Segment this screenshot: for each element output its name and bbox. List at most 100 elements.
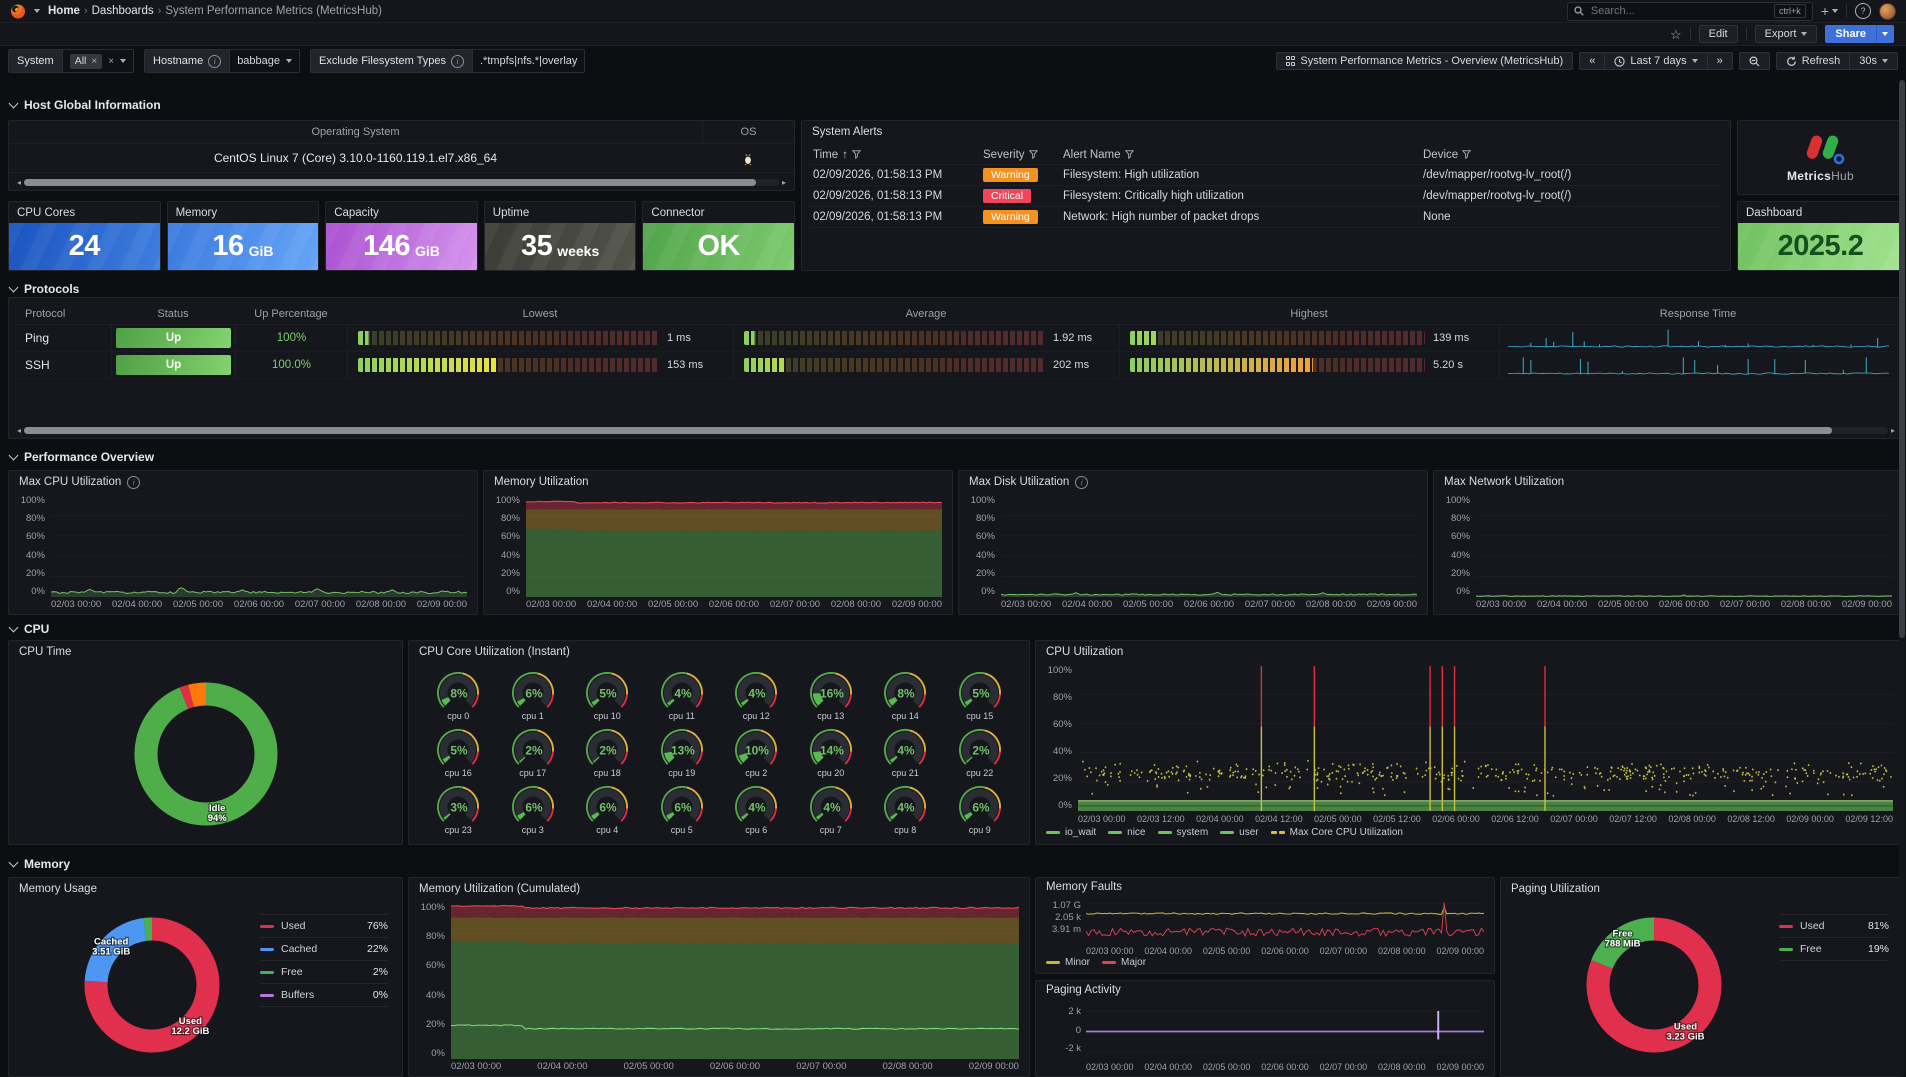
filter-icon[interactable] <box>1029 150 1038 159</box>
alerts-column-header[interactable]: Severity <box>983 149 1063 161</box>
filter-icon[interactable] <box>1462 150 1471 159</box>
stat-title[interactable]: CPU Cores <box>9 202 160 223</box>
filter-system-caret-icon[interactable] <box>120 59 126 63</box>
zoom-out-button[interactable] <box>1739 52 1770 70</box>
panel-title[interactable]: Max CPU Utilizationi <box>9 471 477 493</box>
filter-icon[interactable] <box>1125 150 1134 159</box>
filter-exclude-fs-value[interactable]: .*tmpfs|nfs.*|overlay <box>472 50 584 72</box>
panel-title[interactable]: Memory Faults <box>1036 878 1494 896</box>
protocols-column-header[interactable]: Protocol <box>15 308 111 320</box>
panel-title[interactable]: CPU Time <box>9 641 402 663</box>
export-button[interactable]: Export <box>1755 25 1818 43</box>
filter-exclude-fs[interactable]: Exclude Filesystem Types i .*tmpfs|nfs.*… <box>310 49 585 73</box>
panel-title[interactable]: Memory Utilization <box>484 471 952 493</box>
search-input[interactable]: ctrl+k <box>1567 2 1813 21</box>
user-avatar[interactable] <box>1879 3 1896 20</box>
filter-hostname-value[interactable]: babbage <box>237 55 280 67</box>
legend-row[interactable]: Buffers0% <box>260 984 388 1007</box>
breadcrumb-item[interactable]: Dashboards <box>92 5 154 17</box>
panel-title[interactable]: Max Disk Utilizationi <box>959 471 1427 493</box>
add-new-button[interactable]: + <box>1821 5 1838 17</box>
stat-title[interactable]: Capacity <box>326 202 477 223</box>
legend-row[interactable]: Used76% <box>260 914 388 938</box>
protocols-column-header[interactable]: Average <box>733 308 1119 320</box>
panel-title[interactable]: Paging Utilization <box>1501 878 1903 900</box>
section-host-global-information[interactable]: Host Global Information <box>10 98 161 112</box>
scroll-right-icon[interactable]: ▸ <box>782 179 786 187</box>
stat-title[interactable]: Connector <box>643 202 794 223</box>
breadcrumb-item[interactable]: System Performance Metrics (MetricsHub) <box>165 5 382 17</box>
legend-row[interactable]: Used81% <box>1779 914 1889 938</box>
horizontal-scrollbar[interactable]: ◂ ▸ <box>17 426 1895 435</box>
org-switcher-caret-icon[interactable] <box>34 9 40 13</box>
edit-button[interactable]: Edit <box>1699 25 1738 43</box>
protocols-column-header[interactable]: Response Time <box>1499 308 1897 320</box>
section-performance-overview[interactable]: Performance Overview <box>10 450 154 464</box>
legend-row[interactable]: Free2% <box>260 961 388 984</box>
cpu-core-gauge: 3%cpu 23 <box>421 781 496 838</box>
axis-tick-label: 02/05 00:00 <box>1123 599 1173 610</box>
filter-hostname-caret-icon[interactable] <box>286 59 292 63</box>
filter-icon[interactable] <box>852 150 861 159</box>
protocols-column-header[interactable]: Status <box>111 308 235 320</box>
panel-title[interactable]: Memory Usage <box>9 878 402 900</box>
time-shift-back-button[interactable]: « <box>1579 52 1605 70</box>
clear-all-icon[interactable]: × <box>108 56 114 67</box>
alerts-column-header[interactable]: Device <box>1423 149 1723 161</box>
favorite-star-icon[interactable]: ☆ <box>1670 28 1682 41</box>
stat-title[interactable]: Uptime <box>485 202 636 223</box>
stat-value: 146 <box>363 230 410 263</box>
time-shift-forward-button[interactable]: » <box>1708 52 1733 70</box>
section-memory[interactable]: Memory <box>10 857 70 871</box>
legend-row[interactable]: Free19% <box>1779 938 1889 961</box>
scroll-left-icon[interactable]: ◂ <box>17 179 21 187</box>
alert-row: 02/09/2026, 01:58:13 PMWarningFilesystem… <box>809 165 1723 186</box>
legend-item[interactable]: system <box>1158 827 1209 838</box>
legend-item[interactable]: Minor <box>1046 957 1090 968</box>
protocols-column-header[interactable]: Up Percentage <box>235 308 347 320</box>
filter-system-chip[interactable]: All × <box>70 54 103 69</box>
scroll-right-icon[interactable]: ▸ <box>1891 427 1895 435</box>
panel-title[interactable]: Paging Activity <box>1036 981 1494 999</box>
legend-item[interactable]: Max Core CPU Utilization <box>1271 827 1403 838</box>
panel-title-dashboard[interactable]: Dashboard <box>1738 202 1903 223</box>
scroll-left-icon[interactable]: ◂ <box>17 427 21 435</box>
alerts-column-header[interactable]: Time↑ <box>813 149 983 161</box>
filter-hostname[interactable]: Hostname i babbage <box>144 49 300 73</box>
section-cpu[interactable]: CPU <box>10 622 49 636</box>
os-column-header[interactable]: Operating System <box>9 126 702 138</box>
protocols-column-header[interactable]: Lowest <box>347 308 733 320</box>
legend-item[interactable]: nice <box>1108 827 1145 838</box>
protocols-column-header[interactable]: Highest <box>1119 308 1499 320</box>
time-range-picker[interactable]: Last 7 days <box>1605 52 1707 70</box>
bar-gauge-value: 139 ms <box>1433 332 1489 344</box>
alerts-column-header[interactable]: Alert Name <box>1063 149 1423 161</box>
breadcrumb-item[interactable]: Home <box>48 5 80 17</box>
horizontal-scrollbar[interactable]: ◂ ▸ <box>17 178 786 187</box>
search-field[interactable] <box>1589 4 1769 18</box>
help-icon[interactable]: ? <box>1855 3 1871 19</box>
panel-title[interactable]: Max Network Utilization <box>1434 471 1902 493</box>
legend-row[interactable]: Cached22% <box>260 938 388 961</box>
chip-close-icon[interactable]: × <box>91 56 97 67</box>
linked-dashboard-button[interactable]: System Performance Metrics - Overview (M… <box>1276 52 1573 70</box>
panel-title[interactable]: Memory Utilization (Cumulated) <box>409 878 1029 900</box>
os-icon-column-header[interactable]: OS <box>702 121 794 143</box>
refresh-interval-picker[interactable]: 30s <box>1850 52 1898 70</box>
grafana-logo[interactable] <box>10 3 26 19</box>
info-icon[interactable]: i <box>127 476 140 489</box>
share-caret-button[interactable] <box>1876 25 1894 43</box>
filter-system[interactable]: System All × × <box>8 49 134 73</box>
legend-item[interactable]: io_wait <box>1046 827 1096 838</box>
section-protocols[interactable]: Protocols <box>10 282 79 296</box>
panel-title[interactable]: CPU Utilization <box>1036 641 1903 663</box>
page-scrollbar[interactable] <box>1899 80 1905 1077</box>
info-icon[interactable]: i <box>1075 476 1088 489</box>
legend-item[interactable]: user <box>1220 827 1258 838</box>
stat-title[interactable]: Memory <box>168 202 319 223</box>
refresh-button[interactable]: Refresh <box>1776 52 1851 70</box>
panel-title[interactable]: CPU Core Utilization (Instant) <box>409 641 1029 663</box>
panel-title-system-alerts[interactable]: System Alerts <box>802 121 1730 143</box>
share-button[interactable]: Share <box>1825 25 1876 43</box>
legend-item[interactable]: Major <box>1102 957 1146 968</box>
